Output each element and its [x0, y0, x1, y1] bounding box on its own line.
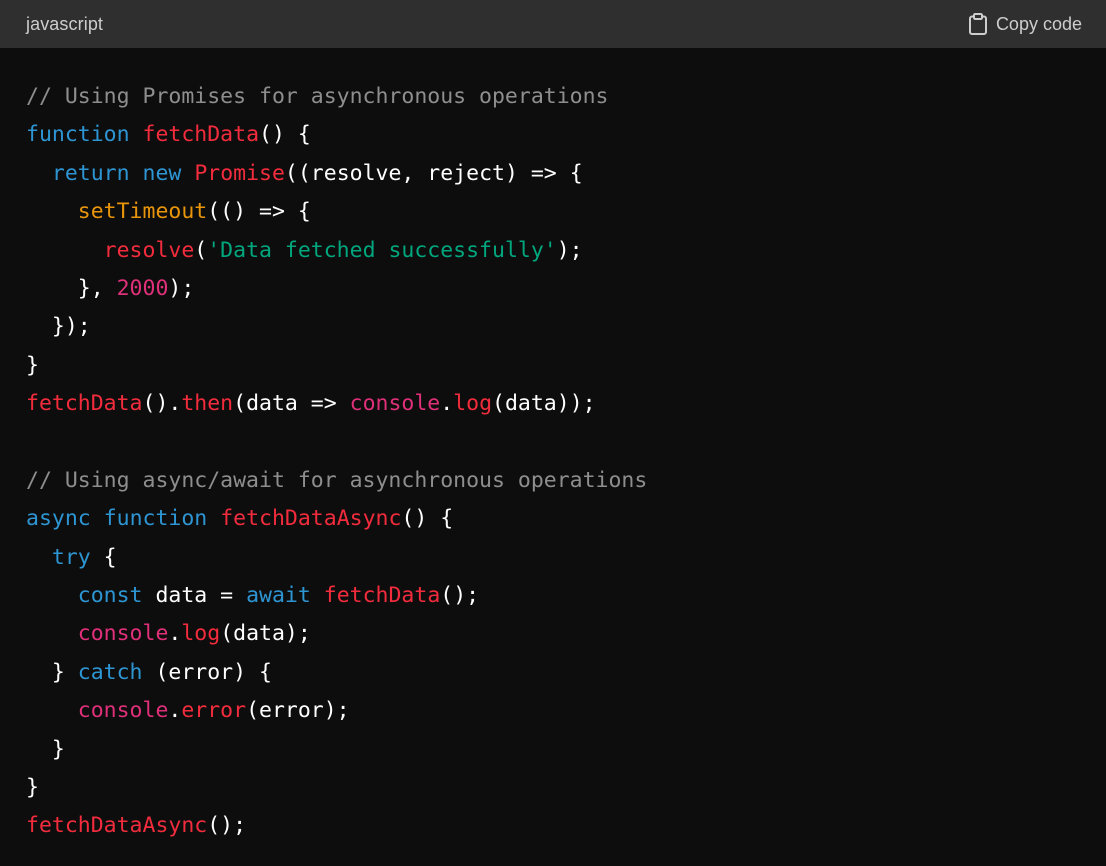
- copy-code-label: Copy code: [995, 13, 1082, 34]
- code-line: console.error(error);: [26, 692, 1106, 730]
- code-token-plain: () {: [401, 506, 454, 532]
- code-token-func: fetchDataAsync: [220, 506, 402, 532]
- code-token-func: Promise: [194, 160, 285, 186]
- code-token-plain: () {: [259, 122, 311, 148]
- code-line: // Using async/await for asynchronous op…: [26, 462, 1106, 500]
- code-token-plain: .: [168, 698, 182, 724]
- code-line: async function fetchDataAsync() {: [26, 500, 1106, 538]
- code-token-func: fetchData: [142, 122, 260, 148]
- code-content[interactable]: // Using Promises for asynchronous opera…: [0, 48, 1106, 846]
- code-line: function fetchData() {: [26, 116, 1106, 154]
- code-token-plain: {: [90, 544, 117, 570]
- code-line: fetchData().then(data => console.log(dat…: [26, 385, 1106, 423]
- code-token-object: console: [77, 621, 169, 647]
- code-token-plain: }: [26, 736, 65, 762]
- code-token-plain: (() => {: [207, 199, 311, 225]
- code-token-plain: (data);: [220, 621, 311, 647]
- code-token-keyword: new: [142, 160, 182, 186]
- code-token-func: fetchData: [323, 583, 441, 609]
- copy-code-button[interactable]: Copy code: [968, 13, 1082, 35]
- code-token-string: 'Data fetched successfully': [207, 237, 557, 263]
- code-token-keyword: async: [26, 506, 91, 532]
- code-token-func: then: [181, 391, 234, 417]
- code-token-keyword: catch: [77, 659, 143, 685]
- code-line: }, 2000);: [26, 270, 1106, 308]
- code-token-plain: (: [194, 237, 208, 263]
- code-token-func: log: [453, 391, 493, 417]
- code-token-plain: .: [168, 621, 182, 647]
- code-token-func: log: [181, 621, 221, 647]
- code-token-plain: }: [26, 659, 78, 685]
- code-line: });: [26, 308, 1106, 346]
- code-line: }: [26, 731, 1106, 769]
- code-token-plain: }: [26, 775, 39, 801]
- code-token-plain: (data));: [492, 391, 596, 417]
- code-token-plain: data =: [142, 583, 247, 609]
- code-token-plain: }: [26, 352, 39, 378]
- code-token-plain: (data =>: [233, 391, 350, 417]
- code-token-comment: // Using async/await for asynchronous op…: [26, 467, 648, 493]
- code-line: try {: [26, 539, 1106, 577]
- code-token-keyword: await: [246, 583, 311, 609]
- code-line: return new Promise((resolve, reject) => …: [26, 155, 1106, 193]
- code-token-plain: .: [440, 391, 454, 417]
- code-token-plain: );: [168, 275, 195, 301]
- code-token-number: 2000: [116, 275, 169, 301]
- code-token-plain: ();: [207, 813, 247, 839]
- code-token-keyword: function: [26, 122, 130, 148]
- code-token-plain: ().: [142, 391, 182, 417]
- code-block: javascript Copy code // Using Promises f…: [0, 0, 1106, 866]
- code-token-builtin: setTimeout: [77, 199, 208, 225]
- code-line: }: [26, 347, 1106, 385]
- code-line: // Using Promises for asynchronous opera…: [26, 78, 1106, 116]
- code-line: }: [26, 769, 1106, 807]
- code-token-plain: ();: [440, 583, 480, 609]
- code-line: console.log(data);: [26, 615, 1106, 653]
- code-token-plain: );: [556, 237, 583, 263]
- code-token-plain: (error);: [246, 698, 350, 724]
- code-token-keyword: const: [77, 583, 143, 609]
- code-token-keyword: function: [103, 506, 208, 532]
- code-token-keyword: return: [51, 160, 130, 186]
- code-line: const data = await fetchData();: [26, 577, 1106, 615]
- code-token-comment: // Using Promises for asynchronous opera…: [26, 84, 609, 109]
- clipboard-icon: [968, 13, 988, 35]
- code-token-object: console: [349, 391, 441, 417]
- code-line: } catch (error) {: [26, 654, 1106, 692]
- code-token-plain: },: [26, 275, 117, 301]
- code-token-plain: (error) {: [142, 659, 272, 685]
- code-token-func: fetchData: [26, 391, 143, 417]
- code-language-label: javascript: [26, 13, 104, 34]
- code-line: setTimeout(() => {: [26, 193, 1106, 231]
- code-line: resolve('Data fetched successfully');: [26, 232, 1106, 270]
- code-line: fetchDataAsync();: [26, 807, 1106, 845]
- code-token-func: resolve: [103, 237, 195, 263]
- code-token-object: console: [77, 698, 169, 724]
- code-token-func: error: [181, 698, 247, 724]
- code-token-plain: ((resolve, reject) => {: [284, 160, 583, 186]
- code-token-plain: });: [26, 314, 91, 340]
- code-token-func: fetchDataAsync: [26, 813, 208, 839]
- code-block-header: javascript Copy code: [0, 0, 1106, 48]
- code-token-keyword: try: [51, 544, 91, 570]
